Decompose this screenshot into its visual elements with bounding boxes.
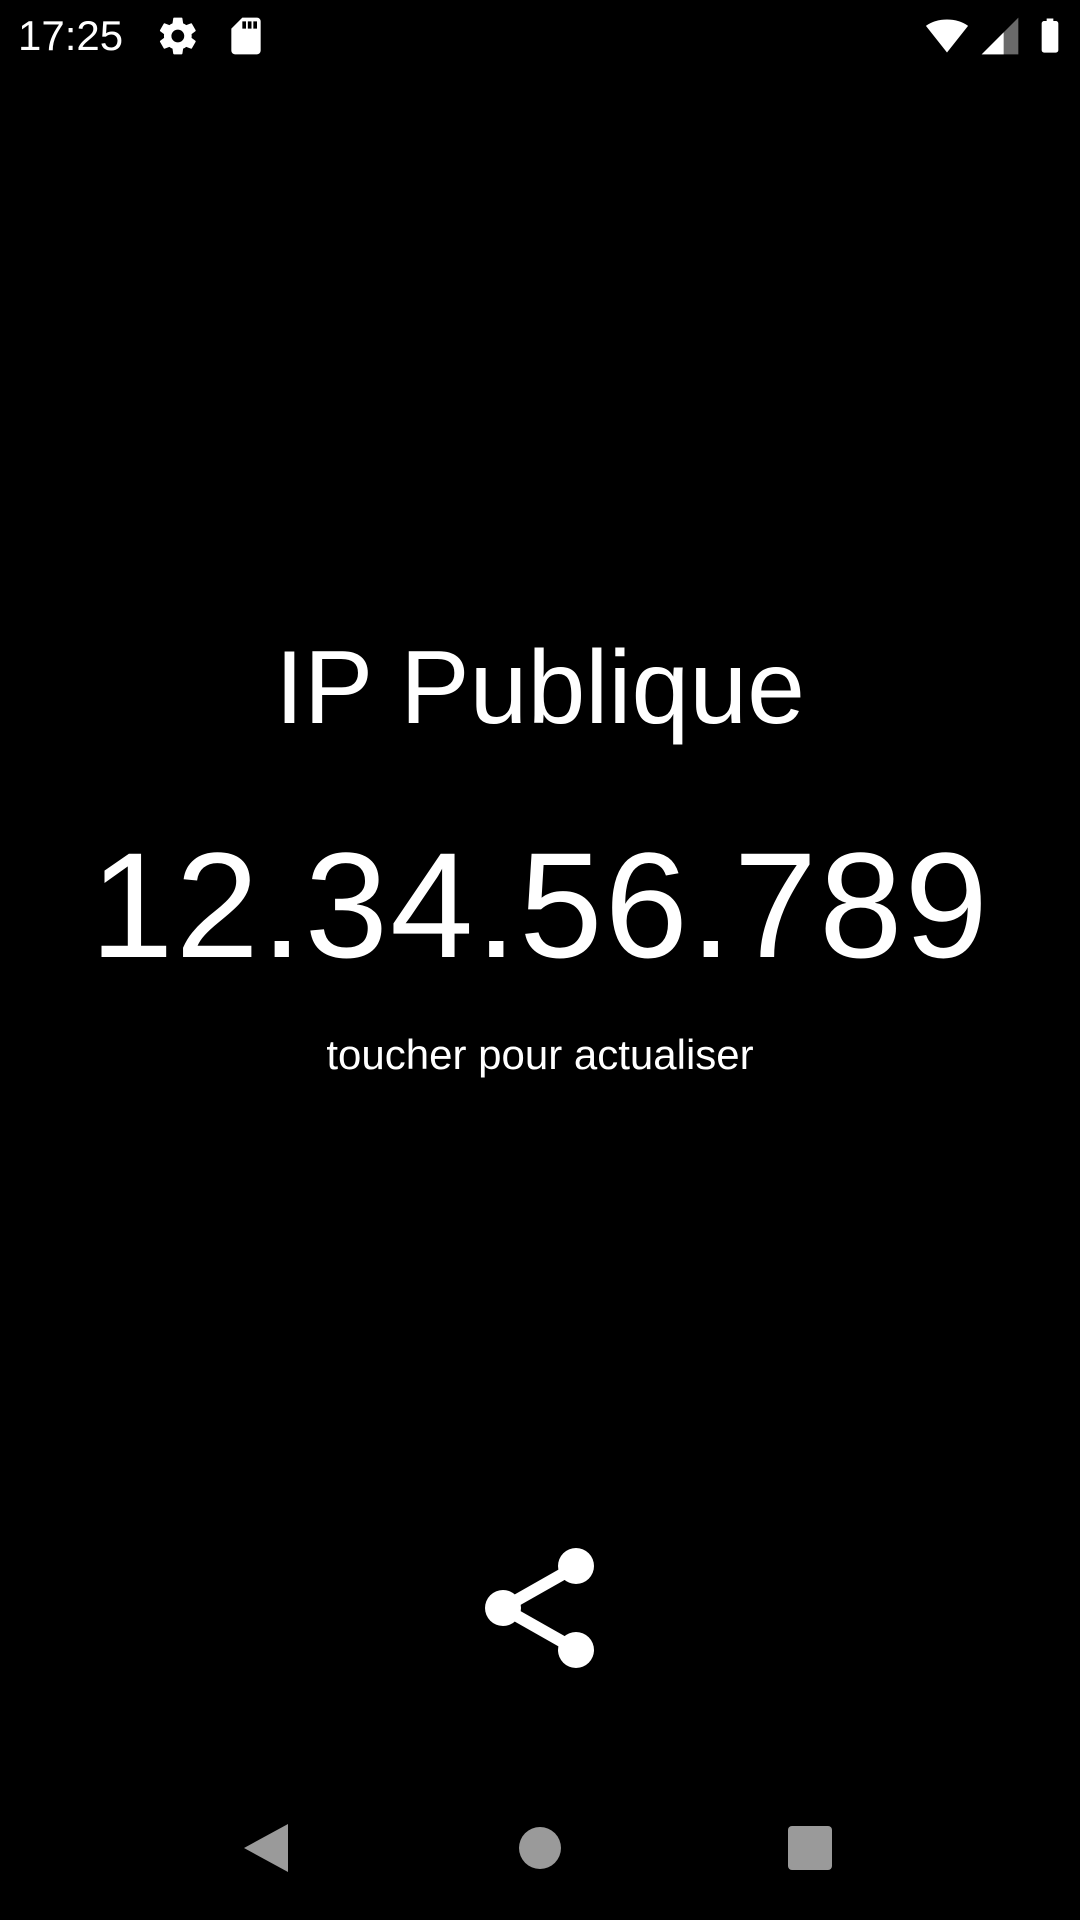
recents-button[interactable]: [756, 1794, 864, 1902]
share-icon: [485, 1548, 594, 1668]
share-button[interactable]: [470, 1538, 610, 1678]
page-title: IP Publique: [274, 630, 806, 746]
ip-address-value[interactable]: 12.34.56.789: [0, 820, 1080, 990]
home-button[interactable]: [486, 1794, 594, 1902]
screen: 17:25 IP Publique 12.34.56.789 toucher p…: [0, 0, 1080, 1920]
main-content[interactable]: IP Publique 12.34.56.789 toucher pour ac…: [0, 0, 1080, 1920]
refresh-hint: toucher pour actualiser: [326, 1031, 754, 1078]
back-button[interactable]: [214, 1794, 322, 1902]
back-icon: [244, 1824, 288, 1872]
recents-icon: [788, 1826, 832, 1870]
home-icon: [519, 1827, 561, 1869]
navigation-bar: [0, 1776, 1080, 1920]
